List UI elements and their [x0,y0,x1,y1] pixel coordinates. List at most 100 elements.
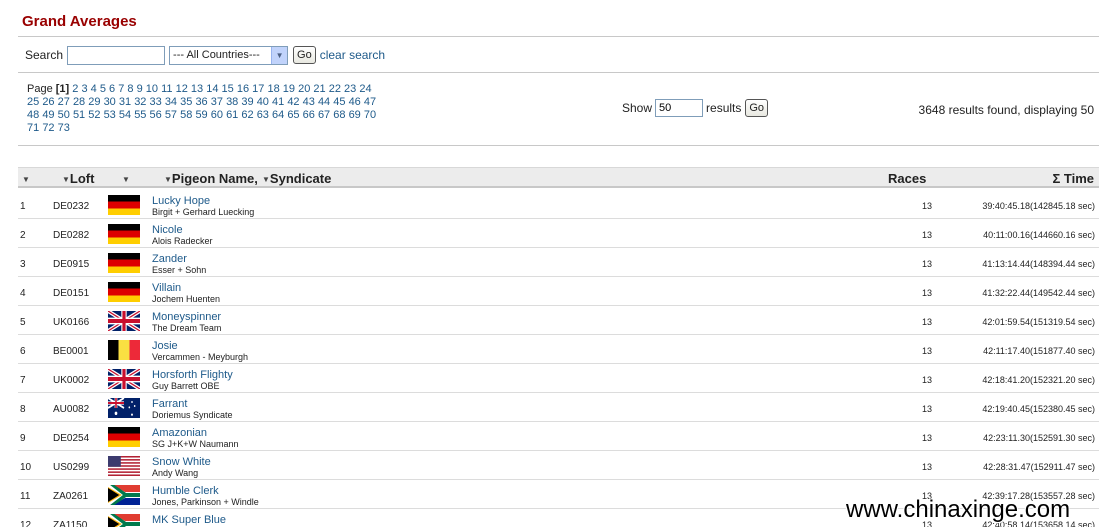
page-link[interactable]: 7 [118,83,124,95]
page-link[interactable]: 21 [313,83,325,95]
page-link[interactable]: 28 [73,96,85,108]
page-link[interactable]: 13 [191,83,203,95]
search-input[interactable] [67,45,166,65]
search-go-button[interactable]: Go [293,46,316,64]
page-link[interactable]: 67 [318,109,330,121]
page-link[interactable]: 62 [241,109,253,121]
page-link[interactable]: 2 [72,83,78,95]
pigeon-name-link[interactable]: Humble Clerk [152,485,219,497]
header-total-time[interactable]: Σ Time [1052,171,1094,186]
page-link[interactable]: 17 [252,83,264,95]
clear-search-link[interactable]: clear search [320,48,385,62]
pigeon-name-link[interactable]: Zander [152,253,187,265]
country-select[interactable]: --- All Countries--- ▼ [169,45,289,65]
sort-flag-icon[interactable]: ▼ [122,171,130,186]
header-loft[interactable]: ▼Loft [62,171,94,186]
page-link[interactable]: 10 [146,83,158,95]
page-link[interactable]: 34 [165,96,177,108]
page-link[interactable]: 70 [364,109,376,121]
page-link[interactable]: 39 [241,96,253,108]
pigeon-name-link[interactable]: Farrant [152,398,187,410]
page-link[interactable]: 9 [137,83,143,95]
page-link[interactable]: 42 [287,96,299,108]
page-link[interactable]: 11 [161,83,172,95]
page-link[interactable]: 29 [88,96,100,108]
pigeon-name-link[interactable]: Villain [152,282,181,294]
divider [18,72,1099,73]
page-link[interactable]: 40 [257,96,269,108]
page-link[interactable]: 59 [195,109,207,121]
flag-au-icon [108,398,140,418]
page-link[interactable]: 60 [211,109,223,121]
page-link[interactable]: 41 [272,96,284,108]
page-link[interactable]: 47 [364,96,376,108]
pigeon-name-link[interactable]: MK Super Blue [152,514,226,526]
pigeon-name-link[interactable]: Moneyspinner [152,311,221,323]
page-link[interactable]: 55 [134,109,146,121]
page-link[interactable]: 66 [303,109,315,121]
page-link[interactable]: 37 [211,96,223,108]
page-link[interactable]: 27 [58,96,70,108]
page-link[interactable]: 16 [237,83,249,95]
pigeon-name-link[interactable]: Nicole [152,224,183,236]
header-pigeon-name[interactable]: ▼Pigeon Name, [164,171,258,186]
page-link[interactable]: 63 [257,109,269,121]
page-link[interactable]: 58 [180,109,192,121]
results-per-page-input[interactable] [655,99,704,117]
pigeon-name-link[interactable]: Amazonian [152,427,207,439]
pigeon-name-link[interactable]: Josie [152,340,178,352]
page-link[interactable]: 3 [81,83,87,95]
page-link[interactable]: 64 [272,109,284,121]
page-link[interactable]: 51 [73,109,85,121]
page-link[interactable]: 43 [303,96,315,108]
page-link[interactable]: 12 [176,83,188,95]
pigeon-name-link[interactable]: Lucky Hope [152,195,210,207]
page-link[interactable]: 6 [109,83,115,95]
page-link[interactable]: 30 [104,96,116,108]
page-link[interactable]: 23 [344,83,356,95]
page-link[interactable]: 50 [58,109,70,121]
page-link[interactable]: 71 [27,122,39,134]
header-syndicate[interactable]: ▼Syndicate [262,171,331,186]
page-link[interactable]: 19 [283,83,295,95]
page-link[interactable]: 45 [333,96,345,108]
header-races[interactable]: Races [888,171,926,186]
pigeon-name-link[interactable]: Horsforth Flighty [152,369,233,381]
page-link[interactable]: 54 [119,109,131,121]
page-link[interactable]: 24 [359,83,371,95]
page-link[interactable]: 69 [349,109,361,121]
page-link[interactable]: 22 [329,83,341,95]
page-link[interactable]: 46 [349,96,361,108]
page-link[interactable]: 53 [104,109,116,121]
page-link[interactable]: 49 [42,109,54,121]
page-link[interactable]: 4 [91,83,97,95]
page-link[interactable]: 56 [150,109,162,121]
page-link[interactable]: 14 [206,83,218,95]
page-link[interactable]: 44 [318,96,330,108]
sort-pos-icon[interactable]: ▼ [22,171,30,186]
page-link[interactable]: 31 [119,96,131,108]
page-link[interactable]: 20 [298,83,310,95]
page-link[interactable]: 48 [27,109,39,121]
page-link[interactable]: 15 [222,83,234,95]
pigeon-name-link[interactable]: Snow White [152,456,211,468]
page-link[interactable]: 38 [226,96,238,108]
page-link[interactable]: 72 [42,122,54,134]
page-link[interactable]: 32 [134,96,146,108]
page-link[interactable]: 57 [165,109,177,121]
page-link[interactable]: 33 [150,96,162,108]
page-link[interactable]: 18 [267,83,279,95]
page-link[interactable]: 65 [287,109,299,121]
page-link[interactable]: 36 [195,96,207,108]
page-link[interactable]: 52 [88,109,100,121]
page-link[interactable]: 35 [180,96,192,108]
page-link[interactable]: 68 [333,109,345,121]
page-link[interactable]: 26 [42,96,54,108]
page-link[interactable]: 5 [100,83,106,95]
show-go-button[interactable]: Go [745,99,769,117]
page-link[interactable]: 73 [58,122,70,134]
page-link[interactable]: 8 [127,83,133,95]
chevron-down-icon[interactable]: ▼ [271,46,288,64]
page-link[interactable]: 25 [27,96,39,108]
page-link[interactable]: 61 [226,109,238,121]
